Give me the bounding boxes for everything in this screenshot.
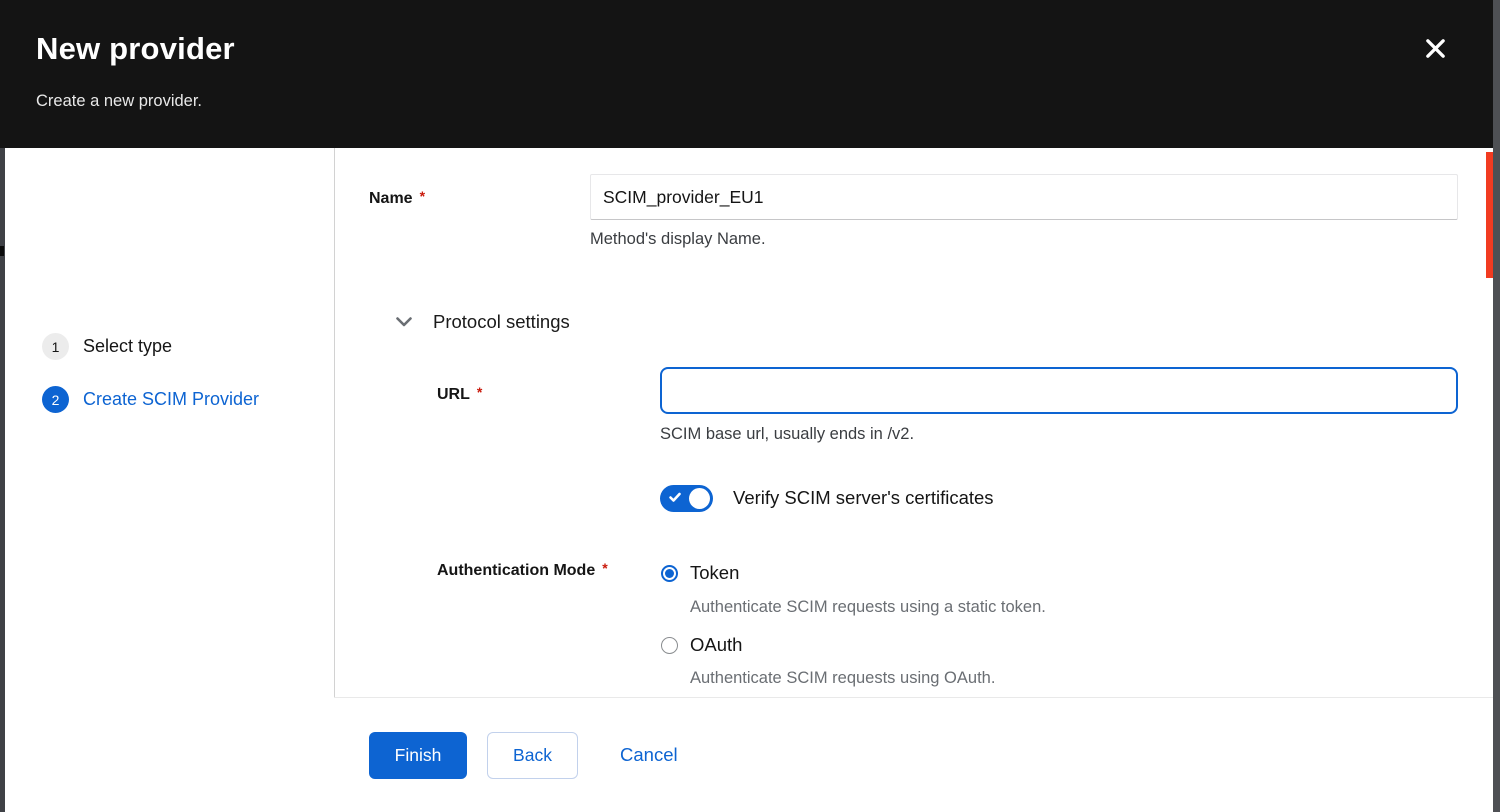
backdrop-edge-right [1493,0,1500,812]
protocol-settings-label: Protocol settings [433,311,570,333]
new-provider-modal: New provider Create a new provider. 1 Se… [0,0,1500,812]
wizard-nav: 1 Select type 2 Create SCIM Provider [5,148,335,697]
close-button[interactable] [1416,30,1454,66]
wizard-step-1-number: 1 [42,333,69,360]
verify-certificates-toggle[interactable] [660,485,713,512]
authentication-mode-label: Authentication Mode* [437,562,608,580]
required-asterisk: * [477,384,482,400]
footer-divider [334,697,1493,698]
scrollbar-thumb[interactable] [1486,152,1493,278]
modal-header: New provider Create a new provider. [0,0,1493,148]
radio-oauth-helper: Authenticate SCIM requests using OAuth. [690,669,995,688]
back-button[interactable]: Back [487,732,578,779]
url-helper-text: SCIM base url, usually ends in /v2. [660,425,914,444]
wizard-step-select-type[interactable]: Select type [83,336,172,357]
name-label: Name* [369,190,425,208]
required-asterisk: * [420,188,425,204]
page-subtitle: Create a new provider. [36,92,202,111]
required-asterisk: * [602,560,607,576]
radio-token-helper: Authenticate SCIM requests using a stati… [690,598,1046,617]
check-icon [668,490,682,504]
radio-token[interactable] [661,565,678,582]
verify-certificates-label[interactable]: Verify SCIM server's certificates [733,487,994,509]
backdrop-left-tick [0,246,4,256]
url-input[interactable] [660,367,1458,414]
name-input[interactable] [590,174,1458,220]
wizard-step-create-scim-provider[interactable]: Create SCIM Provider [83,389,259,410]
cancel-link[interactable]: Cancel [620,744,678,766]
close-icon [1424,37,1447,60]
radio-token-label[interactable]: Token [690,562,739,584]
wizard-step-2-number: 2 [42,386,69,413]
name-helper-text: Method's display Name. [590,230,766,249]
url-label: URL* [437,386,482,404]
radio-oauth-label[interactable]: OAuth [690,634,742,656]
protocol-settings-expander[interactable]: Protocol settings [396,311,570,333]
radio-oauth[interactable] [661,637,678,654]
finish-button[interactable]: Finish [369,732,467,779]
toggle-knob [689,488,710,509]
page-title: New provider [36,31,235,67]
chevron-down-icon [396,317,412,327]
